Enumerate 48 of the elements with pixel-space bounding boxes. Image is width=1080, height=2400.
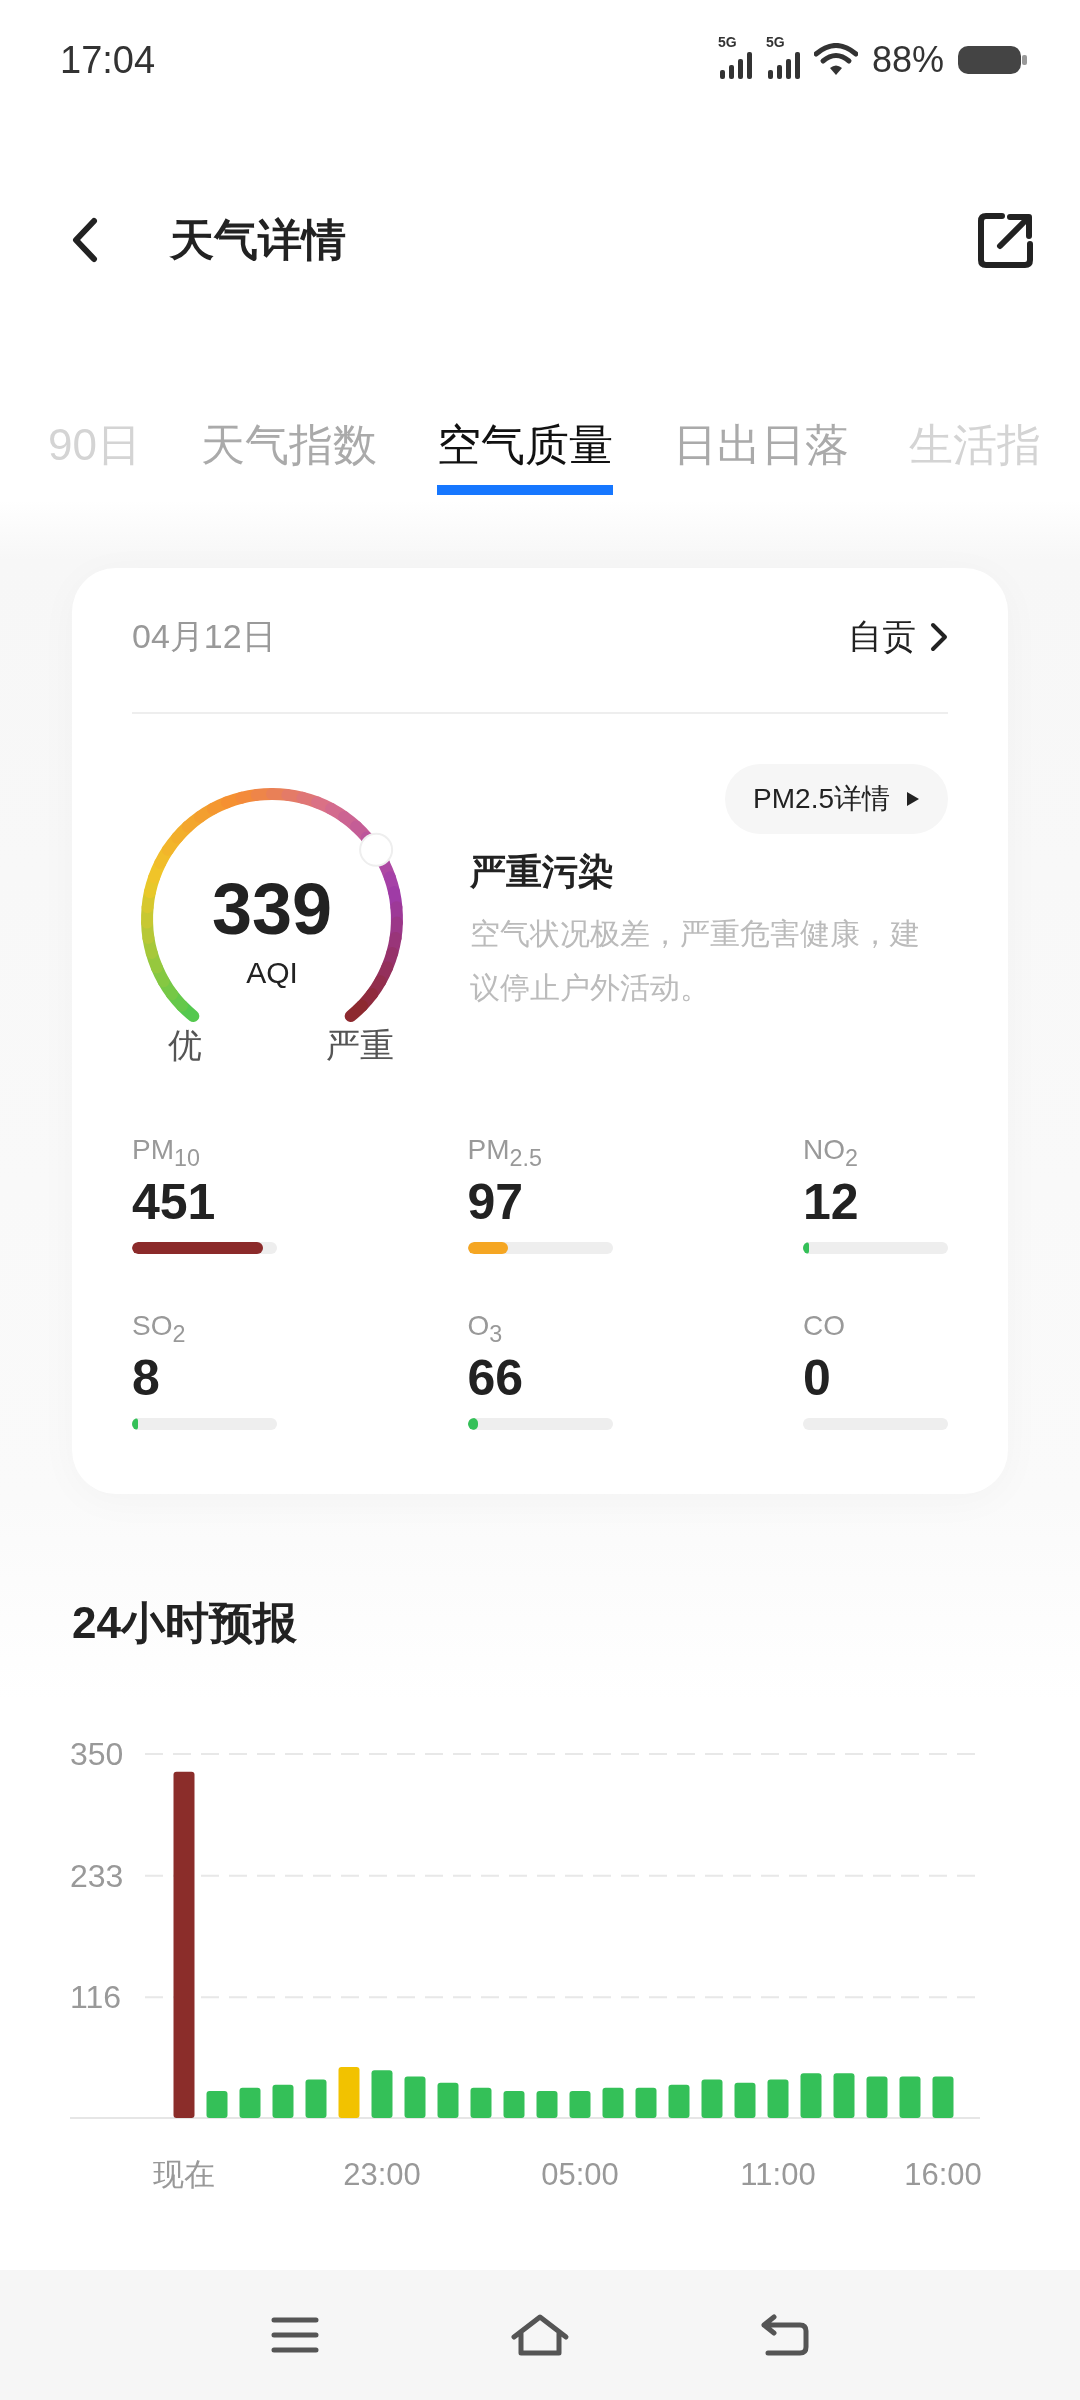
chevron-icon xyxy=(930,622,948,652)
page-title: 天气详情 xyxy=(170,213,347,266)
network-label: 5G xyxy=(717,34,737,50)
play-icon xyxy=(906,791,920,807)
tab[interactable]: 天气指数 xyxy=(200,416,377,495)
pollutant-name: CO xyxy=(803,1310,846,1343)
pollutant-value: 97 xyxy=(467,1174,525,1230)
x-axis-label: 现在 xyxy=(153,2157,215,2192)
aqi-value: 339 xyxy=(210,868,334,950)
tab[interactable]: 日出日落 xyxy=(672,416,849,495)
x-axis-label: 16:00 xyxy=(904,2157,982,2192)
pollutant-name: O$_{3}$ xyxy=(467,1310,504,1349)
back-icon[interactable] xyxy=(760,2313,810,2357)
pollutant-name: NO$_{2}$ xyxy=(803,1134,859,1173)
share-button[interactable] xyxy=(976,210,1036,270)
pollutant-value: 0 xyxy=(803,1350,832,1406)
wifi-icon xyxy=(813,43,858,77)
aqi-unit: AQI xyxy=(245,956,299,990)
x-axis-label: 11:00 xyxy=(740,2157,816,2192)
date-label: 04月12日 xyxy=(132,616,276,657)
location-link[interactable]: 自贡 xyxy=(848,614,948,660)
back-button[interactable] xyxy=(70,217,100,263)
y-axis-label: 350 xyxy=(70,1736,124,1772)
pollutant-value: 66 xyxy=(467,1350,525,1406)
pollutant-value: 12 xyxy=(803,1174,860,1230)
tab[interactable]: 空气质量 xyxy=(436,416,613,495)
pollutant-value: 451 xyxy=(132,1174,217,1230)
scale-min-label: 优 xyxy=(168,1025,202,1066)
x-axis-label: 23:00 xyxy=(343,2157,421,2192)
pollutant-name: PM$_{2.5}$ xyxy=(467,1134,543,1173)
clock: 17:04 xyxy=(60,38,156,82)
network-label: 5G xyxy=(765,34,785,50)
battery-level: 88% xyxy=(871,39,944,81)
gauge-knob xyxy=(359,832,394,867)
battery-icon xyxy=(958,44,1028,76)
pollutant-value: 8 xyxy=(132,1350,161,1406)
scale-max-label: 严重 xyxy=(326,1025,394,1066)
home-icon[interactable] xyxy=(510,2313,570,2357)
pollutant-name: PM$_{10}$ xyxy=(132,1134,201,1173)
y-axis-label: 116 xyxy=(70,1979,121,2016)
section-title: 24小时预报 xyxy=(72,1597,298,1649)
x-axis-label: 05:00 xyxy=(541,2157,619,2192)
y-axis-label: 233 xyxy=(70,1857,124,1894)
pollution-level: 严重污染 xyxy=(470,850,615,894)
menu-icon[interactable] xyxy=(270,2315,320,2355)
health-advice: 空气状况极差，严重危害健康，建议停止户外活动。 xyxy=(470,916,921,1006)
pollutant-name: SO$_{2}$ xyxy=(132,1310,187,1349)
pm25-detail-button[interactable]: PM2.5详情 xyxy=(725,764,948,834)
